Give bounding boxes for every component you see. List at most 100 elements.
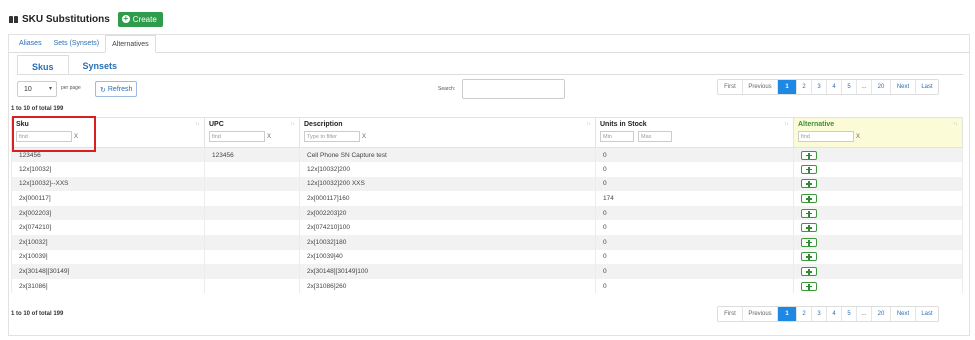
sort-icon[interactable]: ↑↓ [195, 121, 200, 127]
page-link-1[interactable]: 1 [778, 80, 797, 94]
page-link-last[interactable]: Last [916, 80, 938, 94]
add-alternative-button[interactable] [801, 252, 817, 262]
summary-bottom: 1 to 10 of total 199 [11, 311, 64, 317]
add-alternative-button[interactable] [801, 208, 817, 218]
table-row: 123456 123456 Cell Phone SN Capture test 0 [11, 147, 963, 163]
table-row: 2x[30148][30149] 2x[30148][30149]100 0 [11, 264, 963, 279]
column-alternative-label: Alternative [798, 121, 835, 128]
page-link-3[interactable]: 3 [812, 307, 827, 321]
page-link-5[interactable]: 5 [842, 80, 857, 94]
table-row: 2x[10032] 2x[10032]180 0 [11, 235, 963, 250]
table-row: 12x[10032] 12x[10032]200 0 [11, 162, 963, 177]
cell-units: 0 [595, 205, 794, 221]
cell-sku: 2x[30148][30149] [11, 264, 205, 279]
page-link-20[interactable]: 20 [872, 80, 891, 94]
add-alternative-button[interactable] [801, 150, 817, 160]
upc-filter-clear-icon[interactable]: X [267, 134, 271, 140]
cell-description: 2x[30148][30149]100 [299, 264, 596, 279]
add-alternative-button[interactable] [801, 164, 817, 174]
sort-icon[interactable]: ↑↓ [290, 121, 295, 127]
cell-alternative [793, 249, 963, 265]
search-input[interactable] [462, 79, 565, 99]
description-filter-input[interactable]: Type to filter [304, 131, 360, 142]
column-alternative[interactable]: Alternative ↑↓ find X [793, 117, 963, 148]
sort-icon[interactable]: ↑↓ [784, 121, 789, 127]
select-arrow-icon: ▾ [48, 86, 52, 92]
table-row: 2x[002203] 2x[002203]20 0 [11, 205, 963, 221]
cell-upc [204, 249, 300, 265]
table-header-row: Sku ↑↓ find X UPC ↑↓ find X Description … [11, 117, 963, 148]
upc-filter-input[interactable]: find [209, 131, 265, 142]
page-link-4[interactable]: 4 [827, 307, 842, 321]
refresh-button[interactable]: ↻ Refresh [95, 81, 138, 97]
cell-upc: 123456 [204, 147, 300, 163]
page-link-previous[interactable]: Previous [743, 307, 778, 321]
page-link-first[interactable]: First [718, 80, 743, 94]
per-page-select[interactable]: 10 ▾ [17, 81, 57, 97]
tab-alternatives[interactable]: Alternatives [105, 35, 156, 53]
add-alternative-button[interactable] [801, 223, 817, 233]
column-units-in-stock[interactable]: Units in Stock ↑↓ Min Max [595, 117, 794, 148]
add-alternative-button[interactable] [801, 194, 817, 204]
column-description[interactable]: Description ↑↓ Type to filter X [299, 117, 596, 148]
add-alternative-button[interactable] [801, 281, 817, 291]
tab-sets-synsets[interactable]: Sets (Synsets) [48, 35, 106, 53]
page-link-3[interactable]: 3 [812, 80, 827, 94]
cell-units: 0 [595, 235, 794, 250]
units-min-input[interactable]: Min [600, 131, 634, 142]
tab-synsets[interactable]: Synsets [69, 55, 132, 75]
cell-sku: 2x[002203] [11, 205, 205, 221]
inner-tabs: Skus Synsets [17, 55, 131, 75]
sku-table: Sku ↑↓ find X UPC ↑↓ find X Description … [11, 117, 963, 294]
per-page-value: 10 [24, 86, 32, 93]
outer-tabs: Aliases Sets (Synsets) Alternatives [9, 35, 969, 53]
page-link-2[interactable]: 2 [797, 80, 812, 94]
table-row: 2x[10039] 2x[10039]40 0 [11, 249, 963, 265]
refresh-icon: ↻ [100, 87, 106, 94]
column-upc[interactable]: UPC ↑↓ find X [204, 117, 300, 148]
cell-alternative [793, 264, 963, 279]
add-alternative-button[interactable] [801, 179, 817, 189]
cell-units: 0 [595, 278, 794, 294]
page-link-previous[interactable]: Previous [743, 80, 778, 94]
page-link-1[interactable]: 1 [778, 307, 797, 321]
sort-icon[interactable]: ↑↓ [586, 121, 591, 127]
units-max-input[interactable]: Max [638, 131, 672, 142]
tab-skus[interactable]: Skus [17, 55, 69, 75]
page-link-next[interactable]: Next [891, 307, 916, 321]
alternative-filter-clear-icon[interactable]: X [856, 134, 860, 140]
cell-units: 0 [595, 176, 794, 192]
cell-units: 0 [595, 220, 794, 236]
create-button[interactable]: + Create [117, 11, 163, 27]
add-alternative-button[interactable] [801, 237, 817, 247]
cell-upc [204, 235, 300, 250]
page-link-5[interactable]: 5 [842, 307, 857, 321]
pagination-bottom: First Previous 1 2 3 4 5... 20 Next Last [717, 306, 939, 322]
cell-units: 0 [595, 147, 794, 163]
cell-units: 174 [595, 191, 794, 206]
sort-icon[interactable]: ↑↓ [953, 121, 958, 127]
page-link-last[interactable]: Last [916, 307, 938, 321]
tab-aliases[interactable]: Aliases [13, 35, 48, 53]
cell-description: 2x[002203]20 [299, 205, 596, 221]
cell-alternative [793, 162, 963, 177]
cell-description: 2x[074210]100 [299, 220, 596, 236]
alternative-filter-input[interactable]: find [798, 131, 854, 142]
cell-upc [204, 176, 300, 192]
tab-divider [17, 74, 963, 75]
cell-alternative [793, 176, 963, 192]
page-link-next[interactable]: Next [891, 80, 916, 94]
page-link-4[interactable]: 4 [827, 80, 842, 94]
cell-description: Cell Phone SN Capture test [299, 147, 596, 163]
add-alternative-button[interactable] [801, 267, 817, 277]
cell-upc [204, 205, 300, 221]
sku-column-highlight [12, 116, 96, 152]
page-link-2[interactable]: 2 [797, 307, 812, 321]
page-link-first[interactable]: First [718, 307, 743, 321]
page-link-20[interactable]: 20 [872, 307, 891, 321]
column-description-label: Description [304, 121, 343, 128]
cell-sku: 2x[10032] [11, 235, 205, 250]
page-title: SKU Substitutions [8, 14, 110, 25]
description-filter-clear-icon[interactable]: X [362, 134, 366, 140]
cell-description: 12x[10032]200 [299, 162, 596, 177]
